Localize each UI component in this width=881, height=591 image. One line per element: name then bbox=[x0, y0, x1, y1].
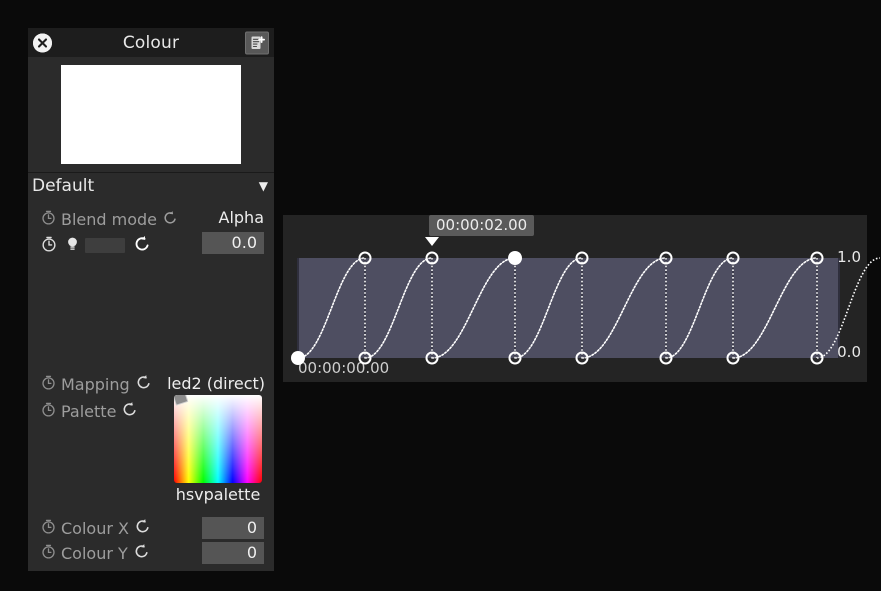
stopwatch-icon[interactable] bbox=[41, 519, 56, 538]
reset-arrow-icon[interactable] bbox=[122, 401, 138, 421]
curve-editor[interactable]: 00:00:02.00 1.0 0.0 00:00:00.00 bbox=[283, 215, 867, 382]
panel-body: Blend mode Alpha bbox=[28, 199, 274, 571]
palette-name-label: hsvpalette bbox=[174, 485, 262, 504]
start-time-label: 00:00:00.00 bbox=[298, 359, 389, 377]
alpha-label: Alpha bbox=[219, 208, 265, 227]
keyframe-handle[interactable] bbox=[660, 252, 673, 265]
reset-arrow-icon[interactable] bbox=[135, 518, 151, 538]
alpha-label-wrap: Alpha bbox=[219, 208, 265, 227]
colour-y-label: Colour Y bbox=[61, 544, 128, 563]
preset-name-label: Default bbox=[32, 176, 259, 196]
chevron-down-icon: ▼ bbox=[259, 180, 268, 192]
app-root: Colour Default ▼ bbox=[0, 0, 881, 591]
keyframe-handle[interactable] bbox=[660, 352, 673, 365]
keyframe-handle[interactable] bbox=[811, 352, 824, 365]
add-preset-icon[interactable] bbox=[245, 31, 269, 54]
colour-properties-panel: Colour Default ▼ bbox=[28, 28, 274, 571]
keyframe-handle[interactable] bbox=[508, 251, 522, 265]
reset-arrow-icon[interactable] bbox=[163, 210, 178, 229]
hsv-palette[interactable] bbox=[174, 395, 262, 483]
stopwatch-icon[interactable] bbox=[41, 236, 57, 256]
lightbulb-icon[interactable] bbox=[66, 236, 79, 256]
stopwatch-icon[interactable] bbox=[41, 544, 56, 563]
playhead-marker-icon[interactable] bbox=[425, 237, 439, 246]
keyframe-handle[interactable] bbox=[727, 252, 740, 265]
page-title: Colour bbox=[123, 33, 179, 53]
reset-arrow-icon[interactable] bbox=[134, 543, 150, 563]
playhead-time-tooltip: 00:00:02.00 bbox=[429, 215, 534, 236]
preset-dropdown[interactable]: Default ▼ bbox=[28, 172, 274, 199]
keyframe-handle[interactable] bbox=[359, 352, 372, 365]
stopwatch-icon[interactable] bbox=[41, 375, 56, 394]
keyframe-handle[interactable] bbox=[291, 351, 305, 365]
mapping-value[interactable]: led2 (direct) bbox=[167, 374, 265, 393]
curve-plot-area[interactable] bbox=[297, 258, 840, 358]
keyframe-handle[interactable] bbox=[811, 252, 824, 265]
blend-mode-field[interactable] bbox=[85, 238, 125, 253]
animation-curve bbox=[297, 258, 840, 358]
palette-cursor-icon[interactable] bbox=[174, 395, 188, 406]
colour-x-field[interactable]: 0 bbox=[202, 517, 264, 539]
colour-swatch[interactable] bbox=[61, 65, 241, 164]
stopwatch-icon[interactable] bbox=[41, 402, 56, 421]
palette-label: Palette bbox=[61, 402, 116, 421]
reset-arrow-icon[interactable] bbox=[136, 374, 152, 394]
panel-header: Colour bbox=[28, 28, 274, 57]
axis-min-label: 0.0 bbox=[837, 343, 861, 361]
keyframe-handle[interactable] bbox=[576, 352, 589, 365]
blend-mode-label: Blend mode bbox=[61, 210, 157, 229]
keyframe-handle[interactable] bbox=[426, 252, 439, 265]
keyframe-handle[interactable] bbox=[359, 252, 372, 265]
mapping-label: Mapping bbox=[61, 375, 130, 394]
keyframe-handle[interactable] bbox=[576, 252, 589, 265]
hsv-palette-wrap: hsvpalette bbox=[174, 395, 262, 504]
alpha-value-field[interactable]: 0.0 bbox=[202, 232, 264, 254]
close-circle-icon[interactable] bbox=[33, 33, 52, 52]
reset-arrow-icon[interactable] bbox=[134, 235, 151, 256]
colour-swatch-area bbox=[28, 57, 274, 172]
keyframe-handle[interactable] bbox=[509, 352, 522, 365]
colour-x-label: Colour X bbox=[61, 519, 129, 538]
colour-y-field[interactable]: 0 bbox=[202, 542, 264, 564]
stopwatch-icon[interactable] bbox=[41, 210, 56, 229]
keyframe-handle[interactable] bbox=[426, 352, 439, 365]
keyframe-handle[interactable] bbox=[727, 352, 740, 365]
axis-max-label: 1.0 bbox=[837, 248, 861, 266]
